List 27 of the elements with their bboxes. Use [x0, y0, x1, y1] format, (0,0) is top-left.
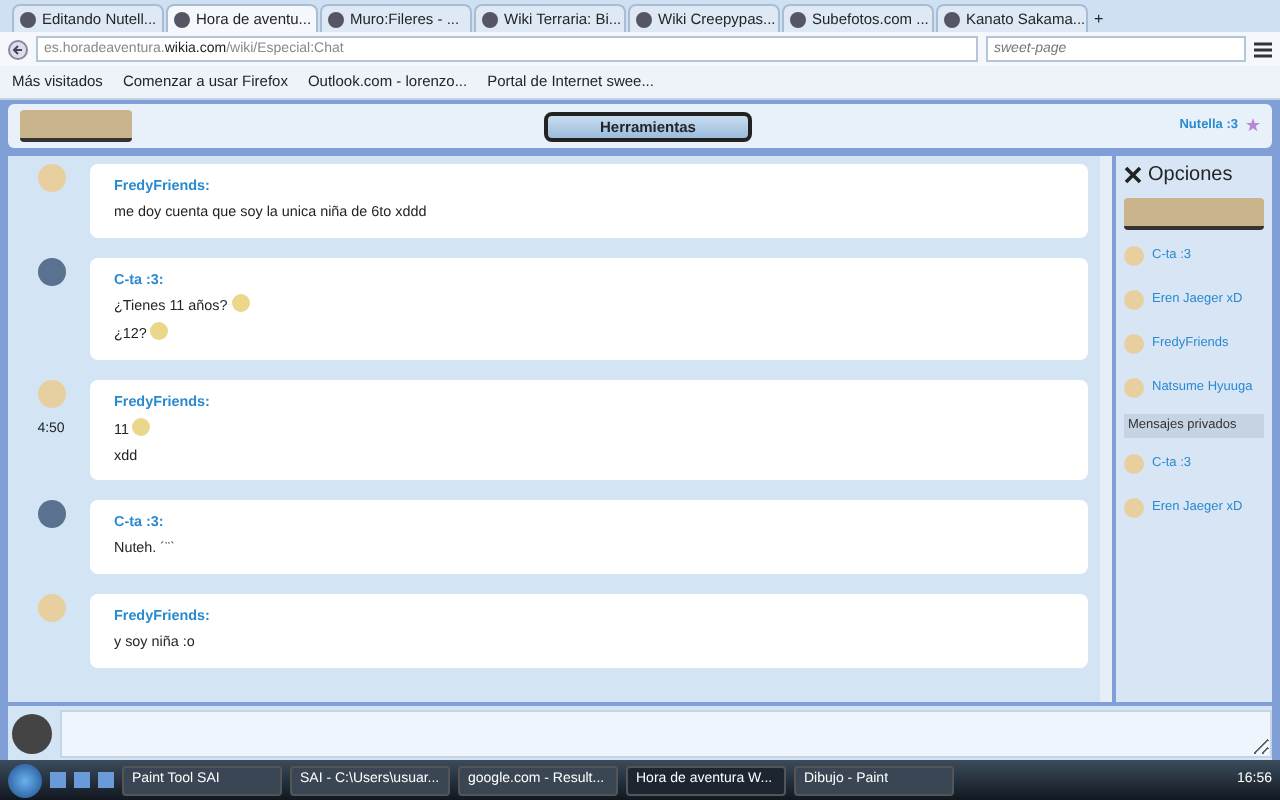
menu-icon[interactable] [1254, 41, 1272, 57]
logo-banner [1124, 198, 1264, 230]
smiley-icon [132, 417, 151, 436]
logo-banner [20, 110, 132, 142]
avatar [1124, 290, 1144, 310]
smiley-icon [231, 294, 250, 313]
back-icon[interactable] [8, 39, 28, 59]
avatar [1124, 246, 1144, 266]
avatar [12, 713, 52, 753]
favicon-icon [636, 11, 652, 27]
favicon-icon [482, 11, 498, 27]
favicon-icon [790, 11, 806, 27]
favicon-icon [174, 11, 190, 27]
options-title[interactable]: Opciones [1148, 160, 1233, 190]
smiley-icon [150, 322, 169, 341]
message-input[interactable] [60, 709, 1272, 757]
favicon-icon [20, 11, 36, 27]
avatar [1124, 497, 1144, 518]
start-button[interactable] [8, 763, 42, 797]
avatar[interactable] [37, 257, 65, 286]
avatar [1124, 453, 1144, 474]
favicon-icon [944, 11, 960, 27]
avatar [1124, 378, 1144, 398]
avatar[interactable] [37, 500, 65, 529]
new-tab-button[interactable]: + [1090, 8, 1108, 32]
avatar [1124, 334, 1144, 354]
favicon-icon [328, 11, 344, 27]
